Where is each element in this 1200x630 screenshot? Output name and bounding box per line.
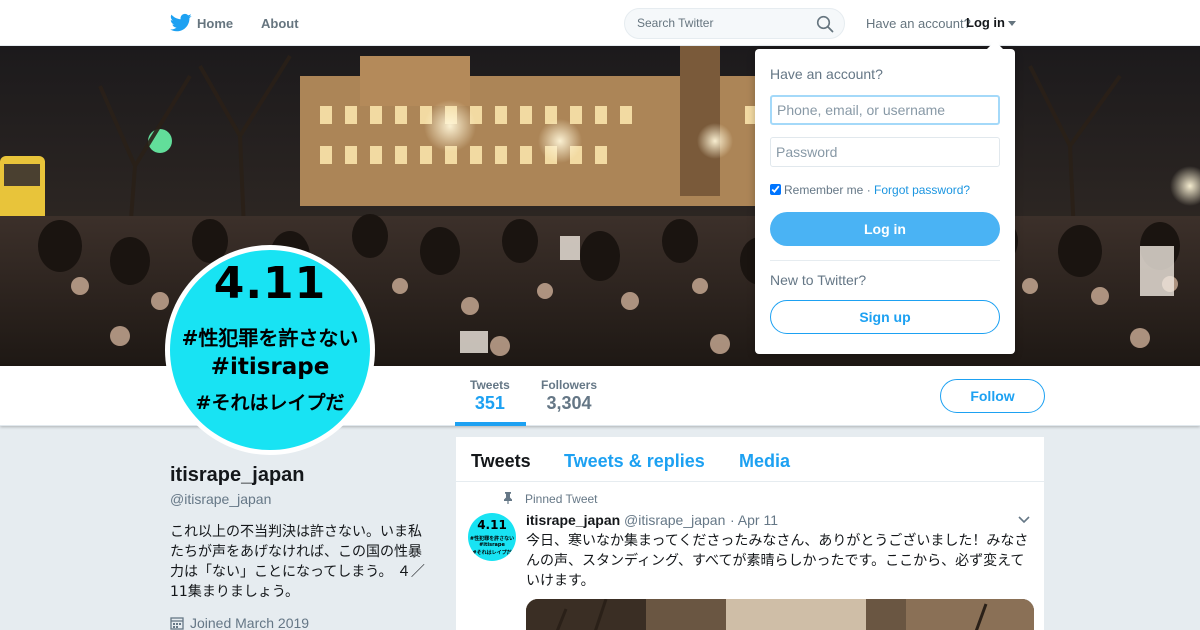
profile-name[interactable]: itisrape_japan <box>170 464 305 487</box>
nav-about-link[interactable]: About <box>261 16 299 31</box>
stat-followers[interactable]: Followers 3,304 <box>541 378 597 414</box>
caret-down-icon[interactable] <box>1008 21 1016 26</box>
profile-bio: これ以上の不当判決は許さない。いま私たちが声をあげなければ、この国の性暴力は「な… <box>170 524 425 600</box>
tweet-author-handle[interactable]: @itisrape_japan <box>624 512 725 528</box>
pinned-tweet[interactable]: Pinned Tweet 4.11 #性犯罪を許さない #itisrape #そ… <box>456 483 1044 630</box>
new-to-twitter-text: New to Twitter? <box>770 272 867 288</box>
avatar[interactable]: 4.11 #性犯罪を許さない #itisrape #それはレイプだ <box>165 245 375 455</box>
tweet-text: 今日、寒いなか集まってくださったみなさん、ありがとうございました！みなさんの声、… <box>526 533 1029 589</box>
signup-button[interactable]: Sign up <box>770 300 1000 334</box>
tweet-media-photo <box>526 599 1034 630</box>
chevron-down-icon[interactable] <box>1018 516 1030 524</box>
avatar-text-date: 4.11 <box>213 258 327 309</box>
timeline-tabs: Tweets Tweets & replies Media <box>456 437 1044 482</box>
joined-date: Joined March 2019 <box>170 615 309 630</box>
avatar-text-line2: #itisrape <box>210 354 330 380</box>
search-input[interactable] <box>637 16 807 30</box>
tweet-avatar-line3: #それはレイプだ <box>472 550 512 556</box>
avatar-text-line3: #それはレイプだ <box>195 392 345 414</box>
tweet-avatar-line2: #itisrape <box>479 542 505 548</box>
joined-date-text: Joined March 2019 <box>190 615 310 630</box>
login-dropdown: Have an account? Remember me · Forgot pa… <box>755 41 1015 354</box>
tweet-avatar-line1: #性犯罪を許さない <box>469 536 515 542</box>
tweet-author-name[interactable]: itisrape_japan <box>526 512 620 528</box>
have-account-text: Have an account? <box>866 16 971 31</box>
remember-separator: · <box>866 183 871 197</box>
calendar-icon <box>170 617 184 630</box>
forgot-password-link[interactable]: Forgot password? <box>874 183 970 197</box>
search-box[interactable] <box>624 8 845 39</box>
twitter-bird-icon[interactable] <box>170 13 192 33</box>
follow-button[interactable]: Follow <box>940 379 1045 413</box>
profile-handle[interactable]: @itisrape_japan <box>170 491 271 507</box>
stat-tweets-value: 351 <box>474 393 505 413</box>
nav-home-link[interactable]: Home <box>197 16 233 31</box>
tweet-avatar-date: 4.11 <box>477 518 507 532</box>
login-dropdown-title: Have an account? <box>770 66 883 82</box>
tweet-avatar[interactable]: 4.11 #性犯罪を許さない #itisrape #それはレイプだ <box>468 513 516 561</box>
username-field[interactable] <box>770 95 1000 125</box>
stat-followers-label: Followers <box>541 378 598 392</box>
stat-followers-value: 3,304 <box>546 393 592 413</box>
remember-row: Remember me · Forgot password? <box>770 183 970 197</box>
pinned-tweet-label: Pinned Tweet <box>525 492 598 506</box>
tweet-media-image[interactable] <box>526 599 1034 630</box>
password-field[interactable] <box>770 137 1000 167</box>
tab-tweets[interactable]: Tweets <box>471 451 531 472</box>
login-menu-link[interactable]: Log in <box>966 15 1005 30</box>
dropdown-arrow <box>987 41 1003 49</box>
remember-me-label[interactable]: Remember me <box>784 183 863 197</box>
pin-icon <box>504 492 512 504</box>
login-button[interactable]: Log in <box>770 212 1000 246</box>
tab-tweets-replies[interactable]: Tweets & replies <box>564 451 705 472</box>
avatar-text-line1: #性犯罪を許さない <box>181 326 359 350</box>
stat-tweets-label: Tweets <box>470 378 510 392</box>
stat-tweets[interactable]: Tweets 351 <box>470 378 510 414</box>
timeline: Tweets Tweets & replies Media Pinned Twe… <box>456 437 1044 630</box>
top-nav: Home About Have an account? Log in <box>0 0 1200 46</box>
avatar-image: 4.11 #性犯罪を許さない #itisrape #それはレイプだ <box>170 250 370 450</box>
active-stat-underline <box>455 422 526 426</box>
dropdown-divider <box>770 260 1000 261</box>
search-icon[interactable] <box>816 15 834 33</box>
tab-media[interactable]: Media <box>739 451 790 472</box>
remember-me-checkbox[interactable] <box>770 184 781 195</box>
tweet-date[interactable]: · Apr 11 <box>730 512 778 528</box>
